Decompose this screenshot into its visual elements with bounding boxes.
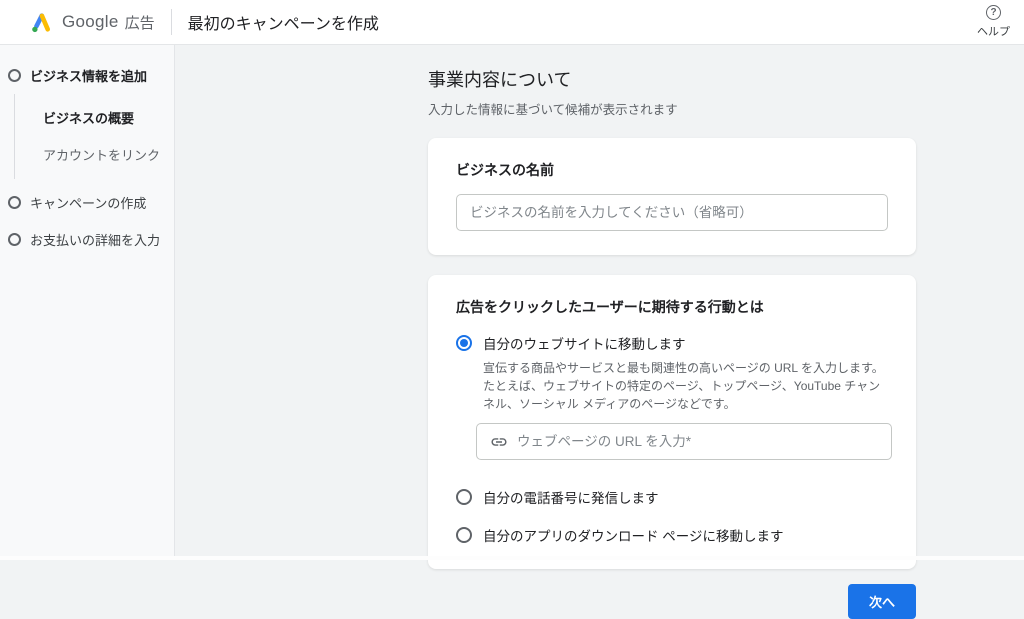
action-option-app-download[interactable]: 自分のアプリのダウンロード ページに移動します: [456, 525, 888, 545]
sidebar-substep-business-overview[interactable]: ビジネスの概要: [15, 99, 174, 136]
help-icon: ?: [986, 5, 1001, 20]
step-circle-icon: [8, 69, 21, 82]
step-label: キャンペーンの作成: [30, 196, 147, 211]
google-ads-brand[interactable]: Google 広告: [30, 11, 155, 34]
sidebar-step-create-campaign[interactable]: キャンペーンの作成: [0, 193, 174, 212]
url-field-container: [476, 423, 892, 460]
product-name: 広告: [124, 14, 155, 32]
business-name-label: ビジネスの名前: [456, 162, 554, 178]
option-label[interactable]: 自分のアプリのダウンロード ページに移動します: [483, 525, 783, 545]
page-title: 最初のキャンペーンを作成: [187, 16, 379, 33]
step-label: ビジネス情報を追加: [30, 69, 148, 84]
step-circle-icon: [8, 233, 21, 246]
link-icon: [491, 437, 507, 446]
help-label: ヘルプ: [977, 26, 1010, 38]
action-option-phone[interactable]: 自分の電話番号に発信します: [456, 487, 888, 507]
step-circle-icon: [8, 196, 21, 209]
main-content: 事業内容について 入力した情報に基づいて候補が表示されます ビジネスの名前 広告…: [175, 45, 1024, 619]
webpage-url-input[interactable]: [517, 434, 878, 449]
business-name-card: ビジネスの名前: [428, 138, 916, 255]
option-label[interactable]: 自分のウェブサイトに移動します: [483, 333, 686, 353]
ad-action-label: 広告をクリックしたユーザーに期待する行動とは: [456, 299, 764, 315]
section-subtitle: 入力した情報に基づいて候補が表示されます: [428, 103, 678, 117]
url-field-frame: [476, 423, 892, 460]
website-option-description: 宣伝する商品やサービスと最も関連性の高いページの URL を入力します。たとえば…: [483, 361, 884, 411]
google-ads-logo-icon: [32, 12, 51, 32]
sidebar-substep-link-accounts[interactable]: アカウントをリンク: [15, 136, 174, 173]
radio-selected-icon[interactable]: [456, 335, 472, 351]
business-name-input[interactable]: [470, 205, 874, 220]
business-name-field-frame: [456, 194, 888, 231]
google-logotype: Google: [62, 12, 119, 31]
section-title: 事業内容について: [428, 70, 572, 90]
next-button[interactable]: 次へ: [847, 584, 916, 619]
footer-action-row: 次へ: [428, 584, 916, 619]
app-header: Google 広告 最初のキャンペーンを作成 ? ヘルプ: [0, 0, 1024, 45]
sidebar-step-payment-details[interactable]: お支払いの詳細を入力: [0, 230, 174, 249]
radio-unselected-icon[interactable]: [456, 527, 472, 543]
action-option-website[interactable]: 自分のウェブサイトに移動します: [456, 333, 888, 353]
progress-sidebar: ビジネス情報を追加 ビジネスの概要 アカウントをリンク キャンペーンの作成 お支…: [0, 45, 175, 560]
help-button[interactable]: ? ヘルプ: [977, 5, 1010, 39]
business-info-substeps: ビジネスの概要 アカウントをリンク: [14, 94, 174, 179]
option-label[interactable]: 自分の電話番号に発信します: [483, 487, 659, 507]
step-label: お支払いの詳細を入力: [30, 233, 161, 248]
bottom-edge-strip: [0, 556, 1024, 560]
radio-unselected-icon[interactable]: [456, 489, 472, 505]
ad-action-card: 広告をクリックしたユーザーに期待する行動とは 自分のウェブサイトに移動します 宣…: [428, 275, 916, 569]
sidebar-step-business-info[interactable]: ビジネス情報を追加: [0, 66, 174, 85]
header-divider: [170, 9, 172, 35]
